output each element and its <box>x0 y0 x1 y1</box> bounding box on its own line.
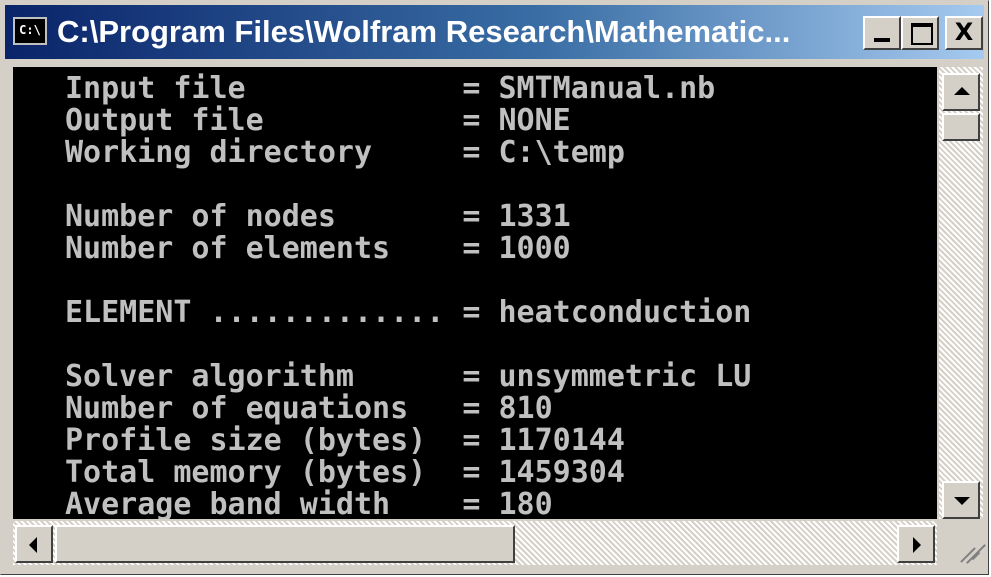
vertical-scroll-thumb[interactable] <box>942 113 980 141</box>
console-line-working-directory: Working directory = C:\temp <box>65 135 625 170</box>
maximize-button[interactable] <box>901 16 939 50</box>
console-icon[interactable]: C:\ <box>13 17 47 45</box>
console-line-number-of-elements: Number of elements = 1000 <box>65 231 571 266</box>
minimize-button[interactable] <box>863 16 901 50</box>
title-bar[interactable]: C:\ C:\Program Files\Wolfram Research\Ma… <box>5 5 984 59</box>
scroll-right-button[interactable] <box>897 525 935 563</box>
scroll-up-button[interactable] <box>942 73 980 111</box>
console-line-number-of-nodes: Number of nodes = 1331 <box>65 199 571 234</box>
console-line-input-file: Input file = SMTManual.nb <box>65 71 716 106</box>
arrow-down-icon <box>954 497 970 505</box>
minimize-icon <box>874 38 890 42</box>
console-line-average-band-width: Average band width = 180 <box>65 487 553 520</box>
console-window: C:\ C:\Program Files\Wolfram Research\Ma… <box>0 0 989 575</box>
scroll-down-button[interactable] <box>942 481 980 519</box>
console-line-element: ELEMENT ............. = heatconduction <box>65 295 752 330</box>
console-line-solver-algorithm: Solver algorithm = unsymmetric LU <box>65 359 752 394</box>
maximize-icon <box>911 23 933 45</box>
console-output[interactable]: Input file = SMTManual.nb Output file = … <box>13 67 937 519</box>
scroll-left-button[interactable] <box>15 525 53 563</box>
close-button[interactable]: X <box>945 16 983 50</box>
arrow-left-icon <box>29 537 37 553</box>
horizontal-scroll-thumb[interactable] <box>55 525 515 563</box>
console-line-total-memory: Total memory (bytes) = 1459304 <box>65 455 625 490</box>
window-title: C:\Program Files\Wolfram Research\Mathem… <box>57 14 791 49</box>
close-icon: X <box>954 18 974 46</box>
resize-grip-icon[interactable] <box>941 523 986 567</box>
console-line-number-of-equations: Number of equations = 810 <box>65 391 553 426</box>
arrow-right-icon <box>913 537 921 553</box>
console-line-output-file: Output file = NONE <box>65 103 571 138</box>
arrow-up-icon <box>954 87 970 95</box>
console-line-profile-size: Profile size (bytes) = 1170144 <box>65 423 625 458</box>
